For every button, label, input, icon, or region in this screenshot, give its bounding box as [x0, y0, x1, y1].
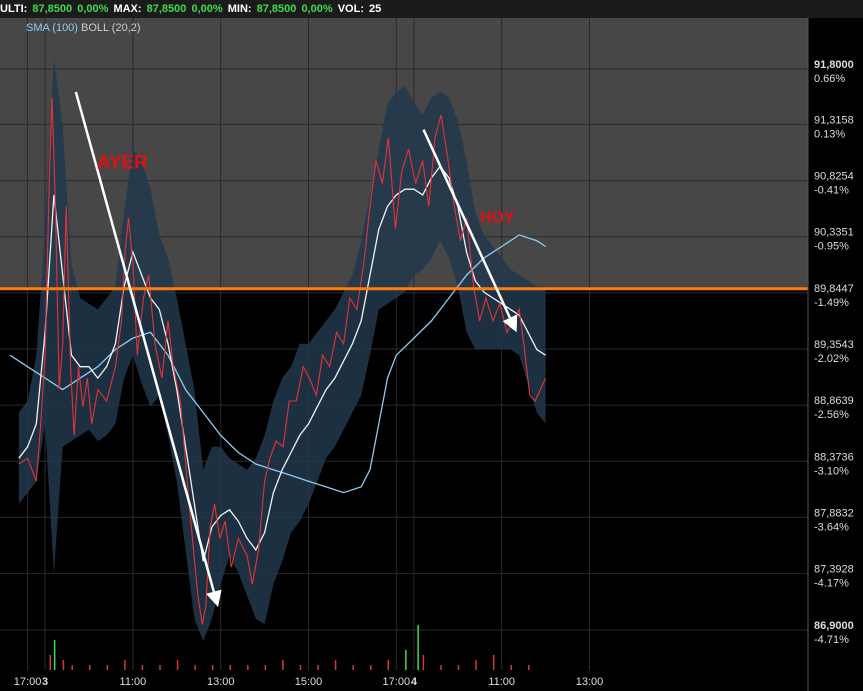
x-tick-label: 17:00 — [383, 676, 411, 688]
x-tick-label: 4 — [411, 676, 418, 688]
annotation-label: HOY — [480, 209, 515, 226]
y-tick-label: 86,9000 — [814, 620, 854, 632]
volume-bar — [510, 665, 512, 670]
volume-bar — [176, 660, 179, 670]
y-tick-label: 91,3158 — [814, 114, 854, 126]
volume-bar — [264, 665, 267, 670]
volume-bar — [422, 655, 425, 670]
y-tick-pct: -3.64% — [814, 521, 849, 533]
min-label: MIN: — [227, 3, 252, 15]
volume-bar — [124, 660, 126, 670]
y-tick-pct: -1.49% — [814, 297, 849, 309]
x-tick-label: 13:00 — [576, 676, 604, 688]
y-tick-label: 88,3736 — [814, 451, 854, 463]
y-tick-label: 91,8000 — [814, 59, 854, 71]
y-tick-pct: 0.66% — [814, 73, 845, 85]
ulti-label: ULTI: — [0, 3, 28, 15]
x-tick-label: 3 — [42, 676, 48, 688]
volume-bar — [457, 665, 460, 670]
x-tick-label: 11:00 — [120, 676, 147, 688]
y-tick-pct: 0.13% — [814, 128, 845, 140]
vol-label: VOL: — [337, 3, 364, 15]
volume-bar — [229, 665, 231, 670]
annotation-label: AYER — [97, 153, 148, 174]
volume-bar — [369, 665, 372, 670]
legend-boll[interactable]: BOLL (20,2) — [81, 22, 141, 34]
volume-bar — [159, 665, 161, 670]
volume-bar — [106, 665, 109, 670]
volume-bar — [317, 665, 319, 670]
volume-bar — [417, 625, 419, 670]
volume-bar — [71, 665, 73, 670]
ulti-value: 87,8500 — [32, 3, 73, 15]
y-tick-label: 89,3543 — [814, 339, 854, 351]
volume-bar — [141, 665, 144, 670]
volume-bar — [387, 660, 390, 670]
max-label: MAX: — [113, 3, 142, 15]
y-tick-label: 87,8832 — [814, 507, 854, 519]
legend-sma[interactable]: SMA (100) — [26, 22, 78, 34]
y-tick-pct: -4.17% — [814, 578, 849, 590]
volume-bar — [194, 665, 196, 670]
min-pct: 0,00% — [301, 3, 333, 15]
price-chart[interactable]: AYER HOY 91,8000 0.66% 91,3158 0.13% 90,8254 -… — [0, 0, 863, 691]
volume-bar — [475, 660, 477, 670]
x-tick-label: 13:00 — [207, 676, 235, 688]
x-tick-label: 15:00 — [295, 676, 323, 688]
indicator-legend: SMA (100) BOLL (20,2) — [26, 22, 141, 34]
volume-bar — [89, 665, 91, 670]
volume-bar — [247, 665, 249, 670]
max-pct: 0,00% — [191, 3, 223, 15]
volume-bar — [528, 665, 530, 670]
volume-bar — [211, 665, 214, 670]
volume-bar — [440, 665, 442, 670]
volume-bar — [282, 660, 284, 670]
max-value: 87,8500 — [146, 3, 187, 15]
volume-bar — [334, 660, 337, 670]
x-tick-label: 17:00 — [14, 676, 42, 688]
volume-bar — [62, 660, 65, 670]
volume-bar — [49, 655, 52, 670]
y-tick-pct: -2.02% — [814, 353, 849, 365]
volume-bar — [299, 665, 302, 670]
y-tick-label: 90,8254 — [814, 171, 854, 183]
ulti-pct: 0,00% — [77, 3, 109, 15]
y-tick-pct: -0.95% — [814, 241, 849, 253]
y-tick-pct: -3.10% — [814, 465, 849, 477]
y-tick-label: 87,3928 — [814, 564, 854, 576]
vol-value: 25 — [369, 3, 382, 15]
x-tick-label: 11:00 — [488, 676, 515, 688]
min-value: 87,8500 — [256, 3, 297, 15]
y-tick-pct: -0.41% — [814, 185, 849, 197]
y-tick-label: 89,8447 — [814, 283, 854, 295]
volume-bar — [405, 650, 407, 670]
y-tick-pct: -4.71% — [814, 634, 849, 646]
y-tick-pct: -2.56% — [814, 409, 849, 421]
y-tick-label: 88,8639 — [814, 395, 854, 407]
volume-bar — [53, 640, 56, 670]
volume-bar — [352, 665, 354, 670]
quote-header: ULTI: 87,8500 0,00% MAX: 87,8500 0,00% M… — [0, 0, 863, 18]
volume-bar — [492, 655, 495, 670]
y-tick-label: 90,3351 — [814, 227, 854, 239]
